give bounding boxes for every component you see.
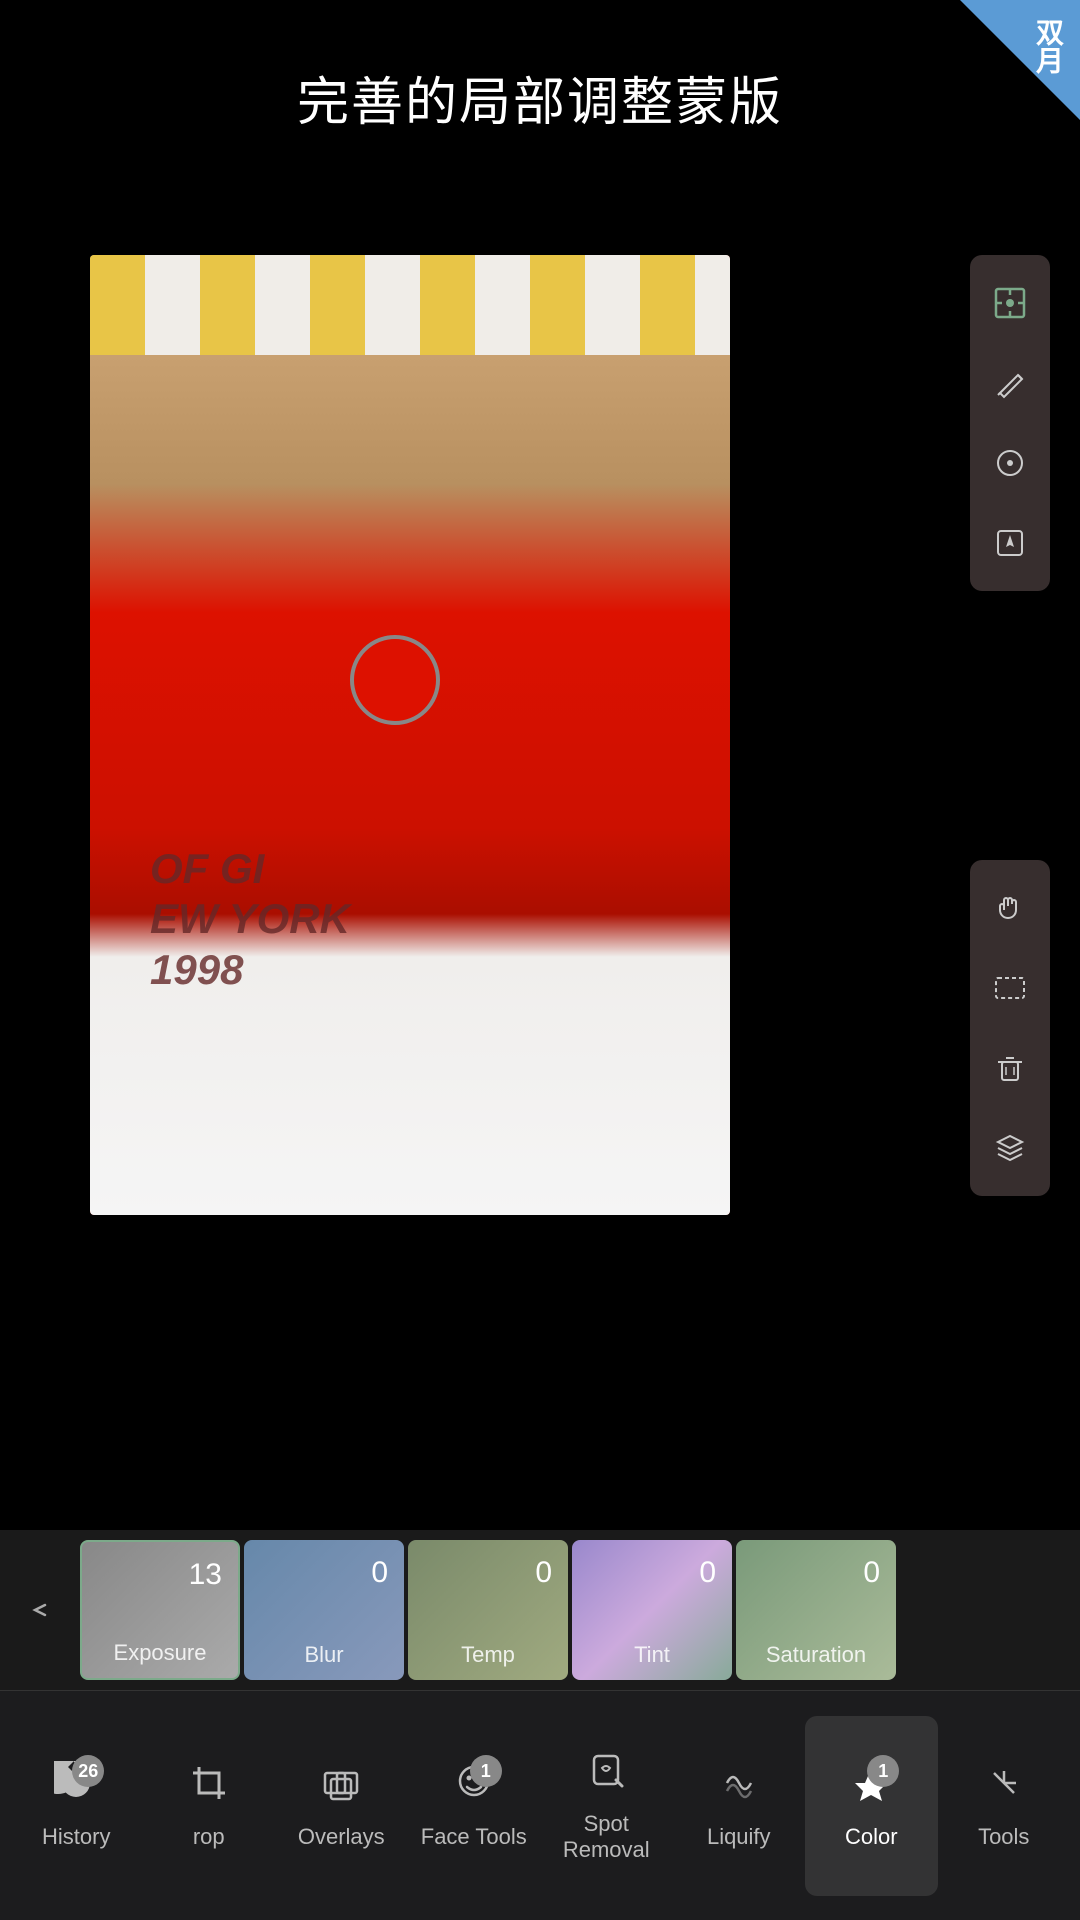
crop-icon: [187, 1761, 231, 1816]
delete-button[interactable]: [970, 1028, 1050, 1108]
adjustment-exposure[interactable]: 13 Exposure: [80, 1540, 240, 1680]
spot-removal-icon: [584, 1748, 628, 1803]
nav-spot-removal[interactable]: Spot Removal: [540, 1716, 673, 1896]
adjustment-saturation[interactable]: 0 Saturation: [736, 1540, 896, 1680]
color-icon: 1: [849, 1761, 893, 1816]
adjustments-list: 13 Exposure 0 Blur 0 Temp 0 Tint 0 Satur…: [80, 1540, 1080, 1680]
adjustment-temp[interactable]: 0 Temp: [408, 1540, 568, 1680]
liquify-icon: [717, 1761, 761, 1816]
photo-canvas[interactable]: OF GI EW YORK 1998: [90, 255, 730, 1215]
layers-button[interactable]: [970, 1108, 1050, 1188]
nav-tools[interactable]: Tools: [938, 1716, 1071, 1896]
nav-crop[interactable]: rop: [143, 1716, 276, 1896]
tools-icon: [982, 1761, 1026, 1816]
bottom-navigation: 26 History rop Overlays: [0, 1690, 1080, 1920]
photo-subject: [90, 355, 730, 1215]
hand-tool-button[interactable]: [970, 868, 1050, 948]
face-tools-icon: 1: [452, 1761, 496, 1816]
photo-background: OF GI EW YORK 1998: [90, 255, 730, 1215]
shirt-graphic: OF GI EW YORK 1998: [150, 844, 350, 995]
overlays-icon: [319, 1761, 363, 1816]
right-toolbar-bottom: [970, 860, 1050, 1196]
adjustment-tint[interactable]: 0 Tint: [572, 1540, 732, 1680]
nav-history[interactable]: 26 History: [10, 1716, 143, 1896]
mask-tool-button[interactable]: [970, 948, 1050, 1028]
nav-overlays[interactable]: Overlays: [275, 1716, 408, 1896]
radial-tool-button[interactable]: [970, 423, 1050, 503]
right-toolbar-top: [970, 255, 1050, 591]
compass-tool-button[interactable]: [970, 503, 1050, 583]
adjustment-blur[interactable]: 0 Blur: [244, 1540, 404, 1680]
select-frame-button[interactable]: [970, 263, 1050, 343]
page-title: 完善的局部调整蒙版: [0, 60, 1080, 135]
nav-liquify[interactable]: Liquify: [673, 1716, 806, 1896]
badge-text: 双月: [1028, 18, 1068, 74]
collapse-button[interactable]: [0, 1530, 80, 1690]
nav-face-tools[interactable]: 1 Face Tools: [408, 1716, 541, 1896]
history-icon: 26: [54, 1761, 98, 1816]
pen-tool-button[interactable]: [970, 343, 1050, 423]
selection-indicator[interactable]: [350, 635, 440, 725]
adjustments-strip: 13 Exposure 0 Blur 0 Temp 0 Tint 0 Satur…: [0, 1530, 1080, 1690]
nav-color[interactable]: 1 Color: [805, 1716, 938, 1896]
